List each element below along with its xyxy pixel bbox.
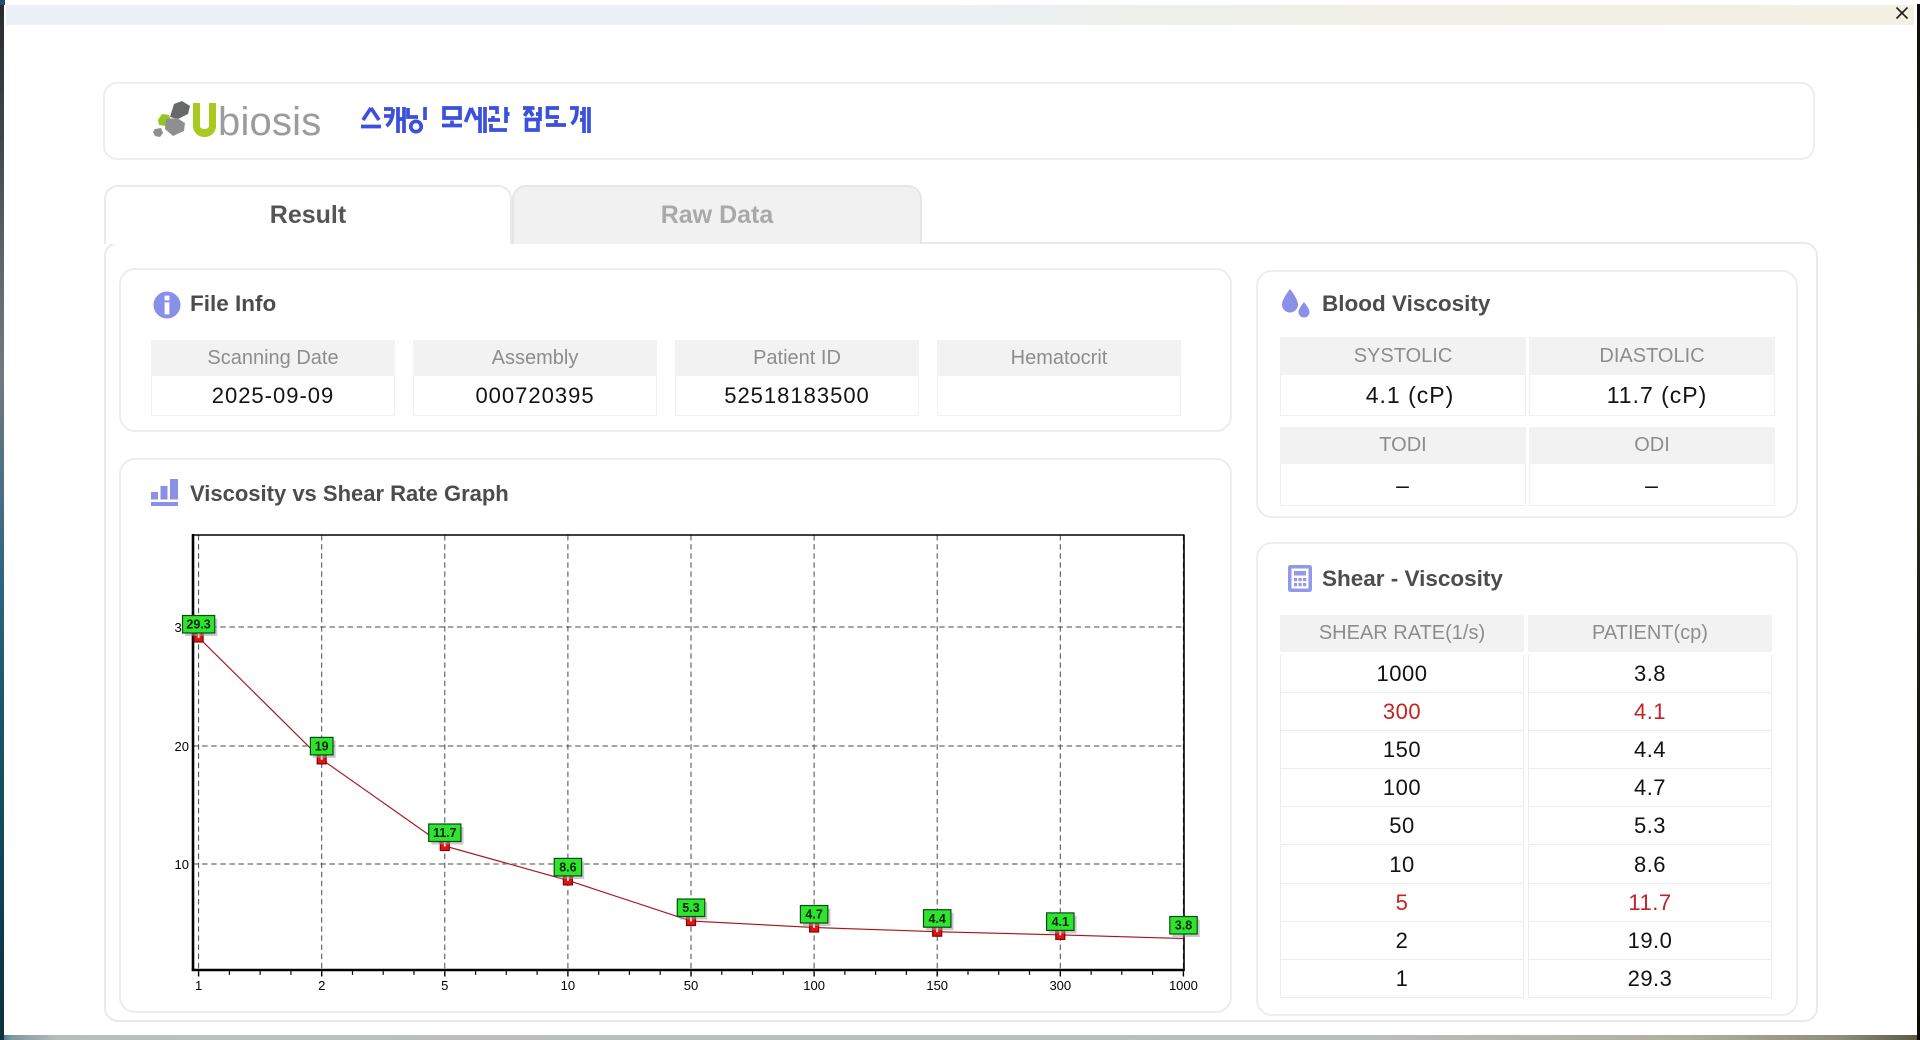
svg-text:19: 19 <box>315 740 329 754</box>
svg-text:11.7: 11.7 <box>433 826 457 840</box>
svg-text:4.4: 4.4 <box>929 912 946 926</box>
svg-text:300: 300 <box>1049 978 1071 993</box>
svg-text:4.7: 4.7 <box>805 908 822 922</box>
svg-text:50: 50 <box>684 978 698 993</box>
svg-text:100: 100 <box>803 978 825 993</box>
svg-text:10: 10 <box>561 978 575 993</box>
svg-text:1000: 1000 <box>1169 978 1198 993</box>
svg-text:29.3: 29.3 <box>186 618 210 632</box>
svg-text:150: 150 <box>926 978 948 993</box>
svg-text:5: 5 <box>441 978 448 993</box>
svg-text:4.1: 4.1 <box>1052 915 1069 929</box>
svg-text:5.3: 5.3 <box>682 901 699 915</box>
svg-text:1: 1 <box>195 978 202 993</box>
svg-text:3.8: 3.8 <box>1175 919 1192 933</box>
svg-text:20: 20 <box>175 739 189 754</box>
svg-text:2: 2 <box>318 978 325 993</box>
svg-text:8.6: 8.6 <box>559 861 576 875</box>
svg-text:10: 10 <box>175 857 189 872</box>
